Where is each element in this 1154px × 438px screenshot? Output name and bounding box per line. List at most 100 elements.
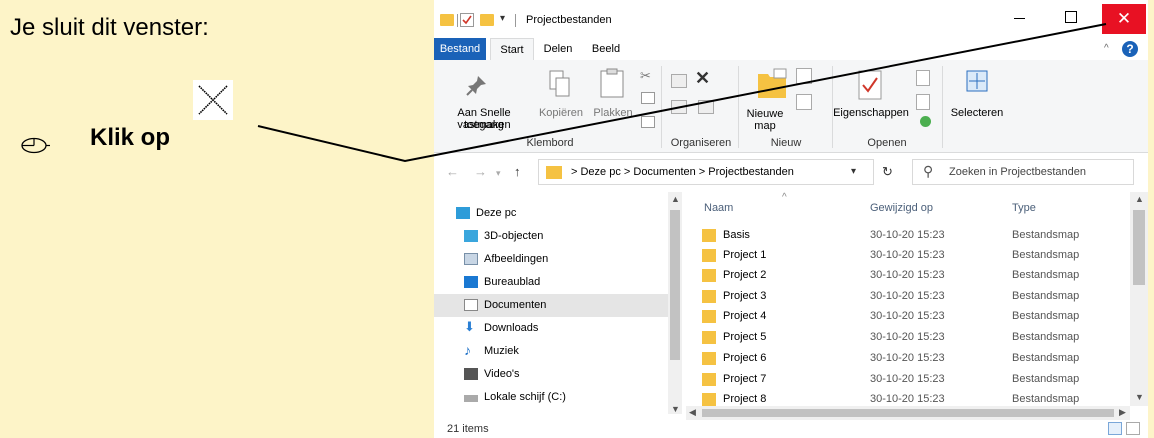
- nav-label: Bureaublad: [484, 276, 541, 288]
- file-name: Project 7: [723, 373, 767, 385]
- up-arrow-icon[interactable]: ↑: [514, 164, 521, 179]
- new-folder-icon[interactable]: [756, 68, 788, 100]
- select-label[interactable]: Selecteren: [946, 107, 1008, 119]
- properties-icon[interactable]: [858, 70, 882, 100]
- copy-label[interactable]: Kopiëren: [537, 107, 585, 119]
- tab-bestand[interactable]: Bestand: [434, 38, 486, 60]
- folder-icon: [702, 229, 716, 242]
- folder-icon: [440, 14, 454, 26]
- help-icon[interactable]: ?: [1122, 41, 1138, 57]
- file-name: Project 4: [723, 310, 767, 322]
- click-instruction: Klik op: [90, 124, 171, 151]
- column-header-gewijzigd[interactable]: Gewijzigd op: [870, 202, 933, 214]
- large-icons-view-icon[interactable]: [1126, 422, 1140, 435]
- nav-item-videos[interactable]: Video's: [434, 363, 668, 386]
- forward-arrow-icon[interactable]: →: [474, 164, 487, 179]
- collapse-ribbon-icon[interactable]: ^: [1104, 43, 1109, 54]
- file-name: Project 5: [723, 331, 767, 343]
- address-path: > Deze pc > Documenten > Projectbestande…: [571, 166, 794, 178]
- file-type: Bestandsmap: [1012, 393, 1080, 405]
- column-header-type[interactable]: Type: [1012, 202, 1036, 214]
- item-count: 21 items: [447, 423, 489, 435]
- maximize-button[interactable]: [1065, 11, 1077, 23]
- search-input[interactable]: ⚲ Zoeken in Projectbestanden: [912, 159, 1134, 185]
- video-icon: [464, 368, 478, 380]
- search-icon: ⚲: [923, 163, 934, 179]
- nav-item-downloads[interactable]: ⬇ Downloads: [434, 317, 668, 340]
- scroll-left-icon[interactable]: ◀: [689, 407, 696, 418]
- ribbon-divider: [942, 66, 943, 148]
- nav-item-documenten[interactable]: Documenten: [434, 294, 668, 317]
- edit-icon[interactable]: [916, 94, 930, 110]
- table-row[interactable]: Project 4 30-10-20 15:23 Bestandsmap: [686, 305, 1130, 328]
- cut-icon[interactable]: ✂: [640, 68, 651, 84]
- column-header-naam[interactable]: Naam: [704, 202, 733, 214]
- drive-icon: [464, 395, 478, 402]
- select-icon[interactable]: [966, 70, 988, 92]
- desktop-icon: [464, 276, 478, 288]
- address-bar[interactable]: > Deze pc > Documenten > Projectbestande…: [538, 159, 874, 185]
- tab-beeld[interactable]: Beeld: [586, 38, 626, 60]
- table-row[interactable]: Project 6 30-10-20 15:23 Bestandsmap: [686, 347, 1130, 370]
- file-list-scrollbar-thumb[interactable]: [1133, 210, 1145, 285]
- nav-label: Lokale schijf (C:): [484, 391, 566, 403]
- file-type: Bestandsmap: [1012, 373, 1080, 385]
- nav-item-afbeeldingen[interactable]: Afbeeldingen: [434, 248, 668, 271]
- properties-quick-icon[interactable]: [460, 13, 474, 27]
- nav-item-3d-objecten[interactable]: 3D-objecten: [434, 225, 668, 248]
- nav-item-bureaublad[interactable]: Bureaublad: [434, 271, 668, 294]
- pin-quick-access-label-2[interactable]: vastmaken: [438, 119, 530, 131]
- move-to-icon[interactable]: [671, 74, 687, 88]
- back-arrow-icon[interactable]: ←: [446, 164, 459, 179]
- history-icon[interactable]: [920, 116, 931, 127]
- tab-delen[interactable]: Delen: [538, 38, 578, 60]
- easy-access-icon[interactable]: [796, 94, 812, 110]
- details-view-icon[interactable]: [1108, 422, 1122, 435]
- rename-icon[interactable]: [698, 100, 714, 114]
- customize-toolbar-icon[interactable]: ▾: [500, 13, 505, 24]
- paste-shortcut-icon[interactable]: [641, 116, 655, 128]
- properties-label[interactable]: Eigenschappen: [832, 107, 910, 119]
- instruction-title: Je sluit dit venster:: [10, 14, 209, 41]
- minimize-button[interactable]: [1014, 18, 1025, 19]
- new-folder-label-2[interactable]: map: [740, 120, 790, 132]
- window-title: Projectbestanden: [526, 14, 612, 26]
- group-klembord: Klembord: [526, 137, 574, 149]
- nav-label: Afbeeldingen: [484, 253, 549, 265]
- table-row[interactable]: Project 2 30-10-20 15:23 Bestandsmap: [686, 264, 1130, 287]
- paste-icon[interactable]: [600, 68, 624, 98]
- scroll-down-icon[interactable]: ▼: [671, 404, 680, 414]
- scroll-right-icon[interactable]: ▶: [1119, 407, 1126, 418]
- status-bar: 21 items: [434, 420, 1148, 438]
- nav-item-muziek[interactable]: ♪ Muziek: [434, 340, 668, 363]
- refresh-icon[interactable]: ↻: [882, 164, 893, 180]
- file-date: 30-10-20 15:23: [870, 393, 945, 405]
- recent-locations-icon[interactable]: ▾: [496, 168, 501, 179]
- new-folder-label[interactable]: Nieuwe: [740, 108, 790, 120]
- paste-label[interactable]: Plakken: [590, 107, 636, 119]
- scroll-down-icon[interactable]: ▼: [1135, 392, 1144, 402]
- new-folder-quick-icon[interactable]: [480, 14, 494, 26]
- copy-path-icon[interactable]: [641, 92, 655, 104]
- new-item-icon[interactable]: [796, 68, 812, 84]
- scroll-up-icon[interactable]: ▲: [671, 194, 680, 204]
- nav-scrollbar-thumb[interactable]: [670, 210, 680, 360]
- nav-label: Video's: [484, 368, 520, 380]
- horizontal-scrollbar-thumb[interactable]: [702, 409, 1114, 417]
- close-button[interactable]: ✕: [1102, 4, 1146, 34]
- chevron-down-icon[interactable]: ▾: [851, 166, 856, 177]
- open-icon[interactable]: [916, 70, 930, 86]
- table-row[interactable]: Project 5 30-10-20 15:23 Bestandsmap: [686, 326, 1130, 349]
- nav-item-deze-pc[interactable]: Deze pc: [434, 202, 668, 225]
- documents-icon: [464, 299, 478, 311]
- file-type: Bestandsmap: [1012, 352, 1080, 364]
- scroll-up-icon[interactable]: ▲: [1135, 194, 1144, 204]
- tab-start[interactable]: Start: [490, 38, 534, 60]
- sort-arrow-icon: ^: [782, 192, 787, 203]
- pin-icon[interactable]: [466, 74, 488, 96]
- copy-to-icon[interactable]: [671, 100, 687, 114]
- nav-item-lokale-schijf[interactable]: Lokale schijf (C:): [434, 386, 668, 409]
- copy-icon[interactable]: [549, 70, 571, 98]
- group-organiseren: Organiseren: [670, 137, 732, 149]
- delete-icon[interactable]: ✕: [695, 68, 710, 89]
